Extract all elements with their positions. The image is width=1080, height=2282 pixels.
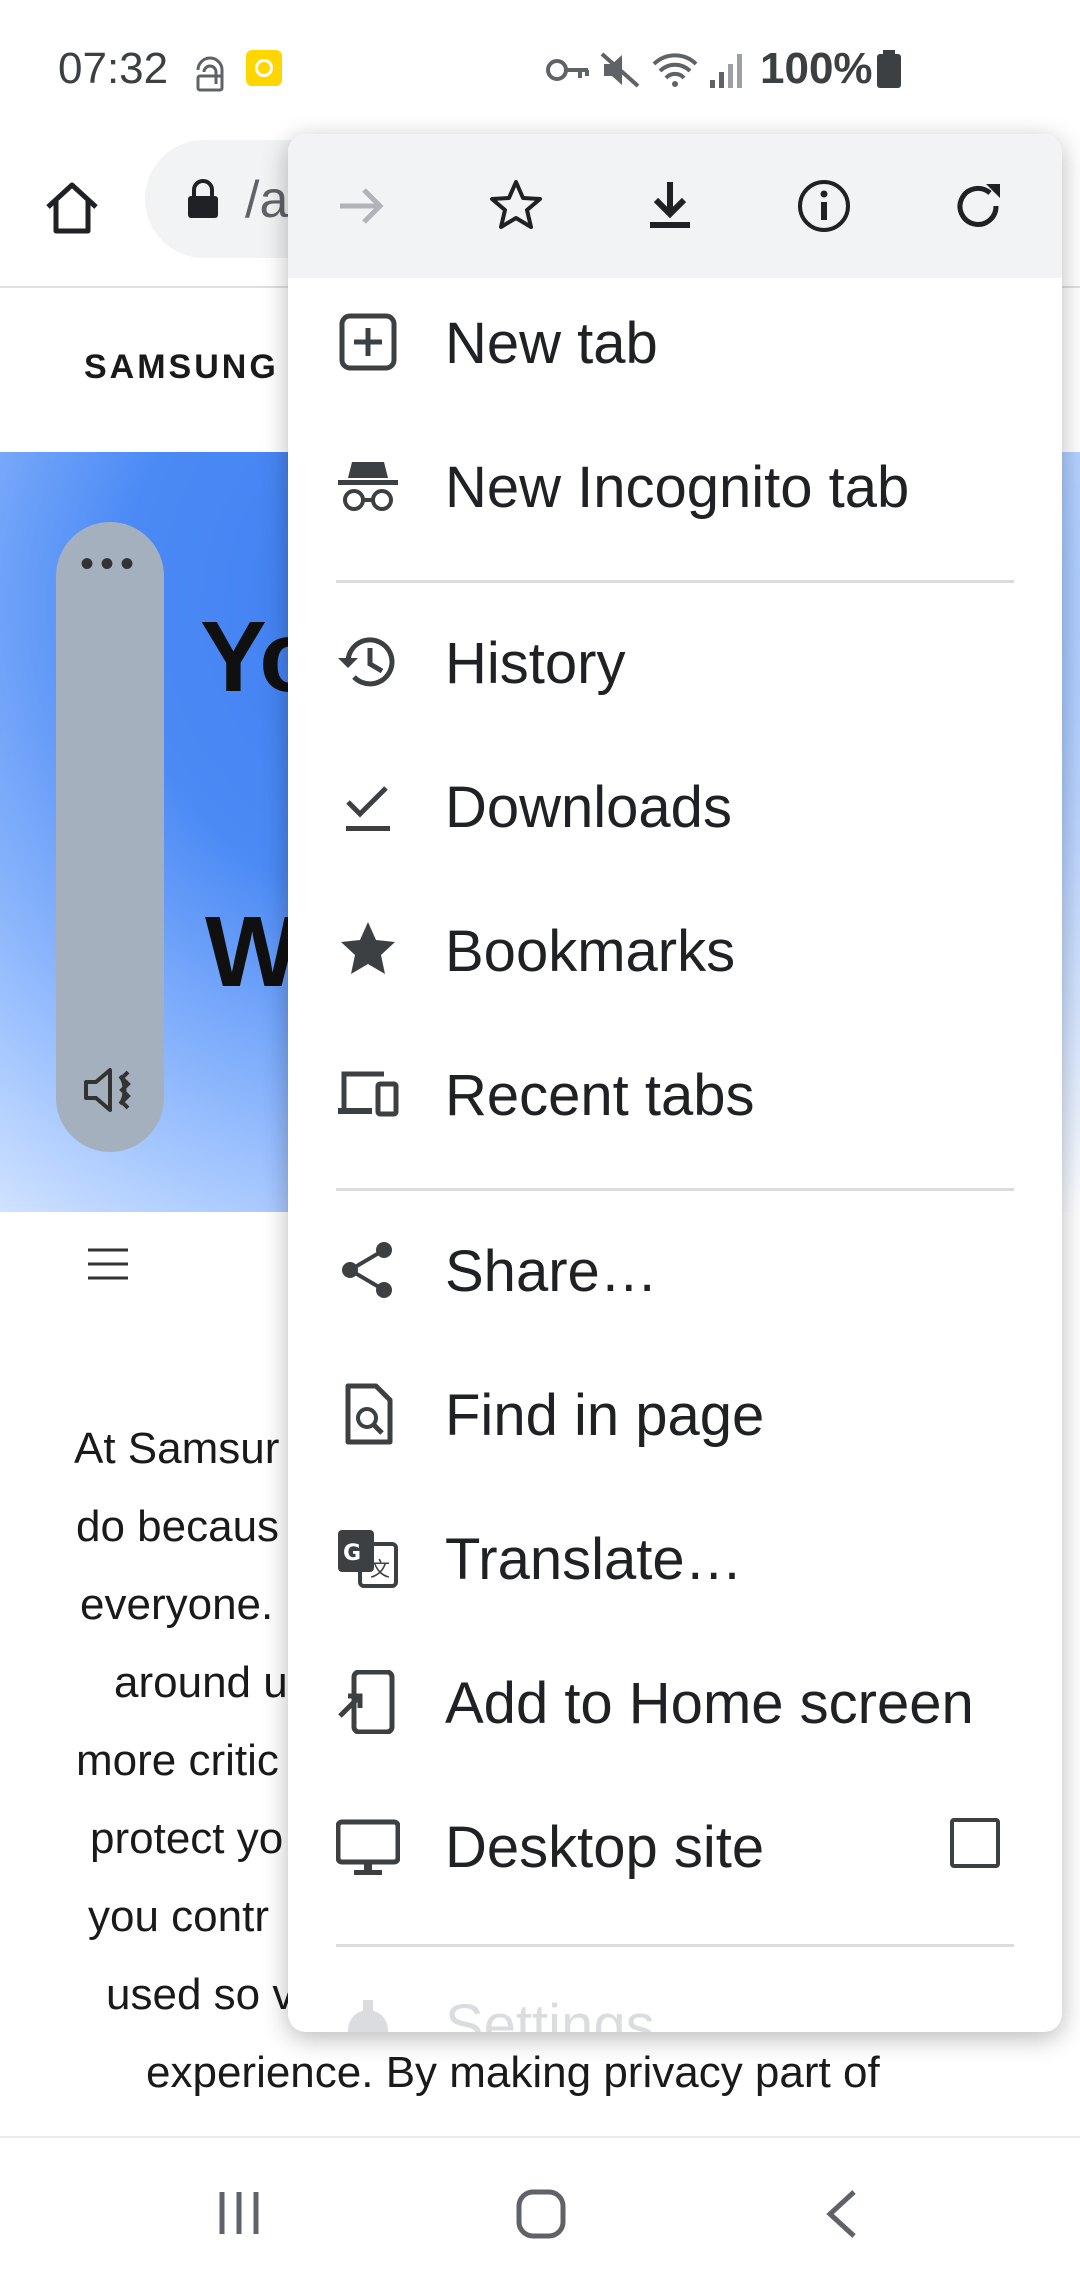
menu-item-label: Settings [445, 1993, 655, 2032]
menu-item-add-to-home-screen[interactable]: Add to Home screen [288, 1630, 1062, 1774]
menu-item-label: Share… [445, 1239, 658, 1304]
menu-action-row [288, 134, 1062, 278]
info-icon[interactable] [796, 178, 852, 234]
menu-item-label: New tab [445, 311, 658, 376]
menu-item-translate[interactable]: G 文 Translate… [288, 1486, 1062, 1630]
status-bar: 07:32 100% [0, 0, 1080, 140]
signal-icon [710, 54, 742, 88]
status-time: 07:32 [58, 44, 169, 93]
star-outline-icon[interactable] [488, 178, 544, 234]
menu-item-new-incognito-tab[interactable]: New Incognito tab [288, 414, 1062, 558]
menu-item-settings[interactable]: Settings [288, 1970, 1062, 2032]
menu-item-label: Add to Home screen [445, 1671, 974, 1736]
download-done-icon [346, 786, 390, 831]
more-dots-icon[interactable]: ••• [56, 542, 164, 587]
wifi-icon [652, 53, 698, 87]
url-text: /a [245, 171, 289, 229]
system-navigation-bar [0, 2136, 1080, 2282]
menu-item-desktop-site[interactable]: Desktop site [288, 1774, 1062, 1918]
menu-item-downloads[interactable]: Downloads [288, 734, 1062, 878]
menu-item-label: History [445, 631, 626, 696]
back-icon[interactable] [822, 2188, 862, 2240]
desktop-icon [336, 1819, 400, 1875]
gear-icon [348, 2000, 388, 2032]
home-nav-icon[interactable] [515, 2188, 567, 2240]
find-in-page-icon [345, 1383, 393, 1445]
menu-item-share[interactable]: Share… [288, 1198, 1062, 1342]
battery-percent: 100% [760, 44, 873, 93]
devices-icon [338, 1071, 399, 1117]
history-icon [338, 637, 395, 687]
menu-item-bookmarks[interactable]: Bookmarks [288, 878, 1062, 1022]
overflow-menu: New tab New Incognito tab History Downlo… [288, 134, 1062, 2032]
refresh-icon[interactable] [950, 178, 1006, 234]
home-icon[interactable] [40, 175, 104, 239]
incognito-icon [338, 462, 398, 511]
floating-panel-handle[interactable]: ••• [56, 522, 164, 1152]
hero-heading-line2: W [205, 896, 300, 1008]
recent-apps-icon[interactable] [214, 2188, 264, 2238]
menu-item-label: Find in page [445, 1383, 765, 1448]
svg-text:G: G [343, 1541, 361, 1566]
body-line: At Samsur [74, 1424, 280, 1473]
desktop-site-checkbox[interactable] [950, 1818, 1000, 1868]
volume-off-icon[interactable] [80, 1060, 140, 1120]
menu-item-label: Downloads [445, 775, 732, 840]
body-line: do becaus [76, 1502, 280, 1551]
add-box-icon [339, 313, 397, 371]
site-brand: SAMSUNG P [84, 348, 317, 386]
forward-icon[interactable] [334, 178, 390, 234]
menu-item-new-tab[interactable]: New tab [288, 270, 1062, 414]
body-line: used so v [106, 1970, 295, 2019]
notification-app-icon [246, 50, 282, 86]
menu-item-label: Recent tabs [445, 1063, 755, 1128]
body-line: protect yo [90, 1814, 284, 1863]
fingerprint-lock-icon [196, 56, 224, 92]
svg-text:文: 文 [370, 1557, 390, 1581]
body-line: you contr [88, 1892, 269, 1941]
menu-item-label: Translate… [445, 1527, 743, 1592]
mute-icon [600, 52, 640, 88]
menu-item-history[interactable]: History [288, 590, 1062, 734]
add-to-home-icon [338, 1670, 395, 1734]
menu-item-label: New Incognito tab [445, 455, 910, 520]
battery-icon [877, 50, 901, 88]
menu-item-label: Desktop site [445, 1815, 765, 1880]
download-icon[interactable] [642, 178, 698, 234]
hamburger-menu-icon[interactable] [84, 1244, 132, 1284]
menu-divider [336, 1188, 1014, 1191]
body-line: experience. By making privacy part of [146, 2048, 880, 2097]
menu-item-find-in-page[interactable]: Find in page [288, 1342, 1062, 1486]
body-line: everyone. [80, 1580, 274, 1629]
share-icon [342, 1242, 392, 1298]
body-line: more critic [76, 1736, 279, 1785]
lock-icon [188, 179, 218, 218]
vpn-key-icon [546, 59, 589, 81]
menu-item-label: Bookmarks [445, 919, 736, 984]
menu-divider [336, 1944, 1014, 1947]
menu-divider [336, 580, 1014, 583]
translate-icon: G 文 [338, 1530, 398, 1588]
body-line: around u [114, 1658, 288, 1707]
star-filled-icon [341, 922, 395, 974]
menu-item-recent-tabs[interactable]: Recent tabs [288, 1022, 1062, 1166]
